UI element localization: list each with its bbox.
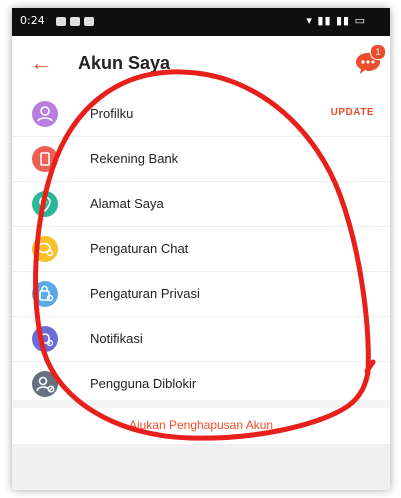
back-arrow-icon[interactable]: ← [28, 50, 54, 76]
account-menu: Profilku UPDATE Rekening Bank Alamat Say… [12, 92, 390, 407]
menu-item-label: Rekening Bank [90, 151, 179, 166]
signal-battery-icons: ▾ ▮▮ ▮▮ ▭ [306, 14, 366, 27]
update-badge[interactable]: UPDATE [331, 107, 374, 118]
empty-area [12, 444, 390, 490]
status-bar: 0:24 ▾ ▮▮ ▮▮ ▭ [12, 8, 390, 36]
privacy-icon [32, 281, 58, 307]
menu-item-rekening-bank[interactable]: Rekening Bank [12, 137, 390, 182]
menu-item-pengaturan-privasi[interactable]: Pengaturan Privasi [12, 272, 390, 317]
menu-item-label: Pengaturan Privasi [90, 286, 200, 301]
blocked-user-icon [32, 371, 58, 397]
phone-screen: 0:24 ▾ ▮▮ ▮▮ ▭ ← Akun Saya 1 Profilku UP… [12, 8, 390, 490]
page-title: Akun Saya [78, 53, 171, 73]
location-icon [32, 191, 58, 217]
app-header: ← Akun Saya 1 [12, 36, 390, 93]
section-divider [12, 400, 390, 408]
chat-icon[interactable]: 1 [354, 44, 386, 76]
menu-item-profilku[interactable]: Profilku UPDATE [12, 92, 390, 137]
bank-icon [32, 146, 58, 172]
chat-badge: 1 [370, 44, 386, 60]
delete-account-button[interactable]: Ajukan Penghapusan Akun [12, 408, 390, 444]
menu-item-alamat-saya[interactable]: Alamat Saya [12, 182, 390, 227]
menu-item-label: Pengguna Diblokir [90, 376, 197, 391]
status-time: 0:24 [20, 14, 45, 27]
menu-item-label: Pengaturan Chat [90, 241, 189, 256]
notification-icon [32, 326, 58, 352]
menu-item-pengaturan-chat[interactable]: Pengaturan Chat [12, 227, 390, 272]
chat-settings-icon [32, 236, 58, 262]
menu-item-label: Profilku [90, 106, 134, 121]
menu-item-notifikasi[interactable]: Notifikasi [12, 317, 390, 362]
person-icon [32, 101, 58, 127]
delete-account-label: Ajukan Penghapusan Akun [128, 418, 274, 432]
notification-icons [56, 16, 98, 29]
menu-item-label: Notifikasi [90, 331, 143, 346]
menu-item-label: Alamat Saya [90, 196, 164, 211]
